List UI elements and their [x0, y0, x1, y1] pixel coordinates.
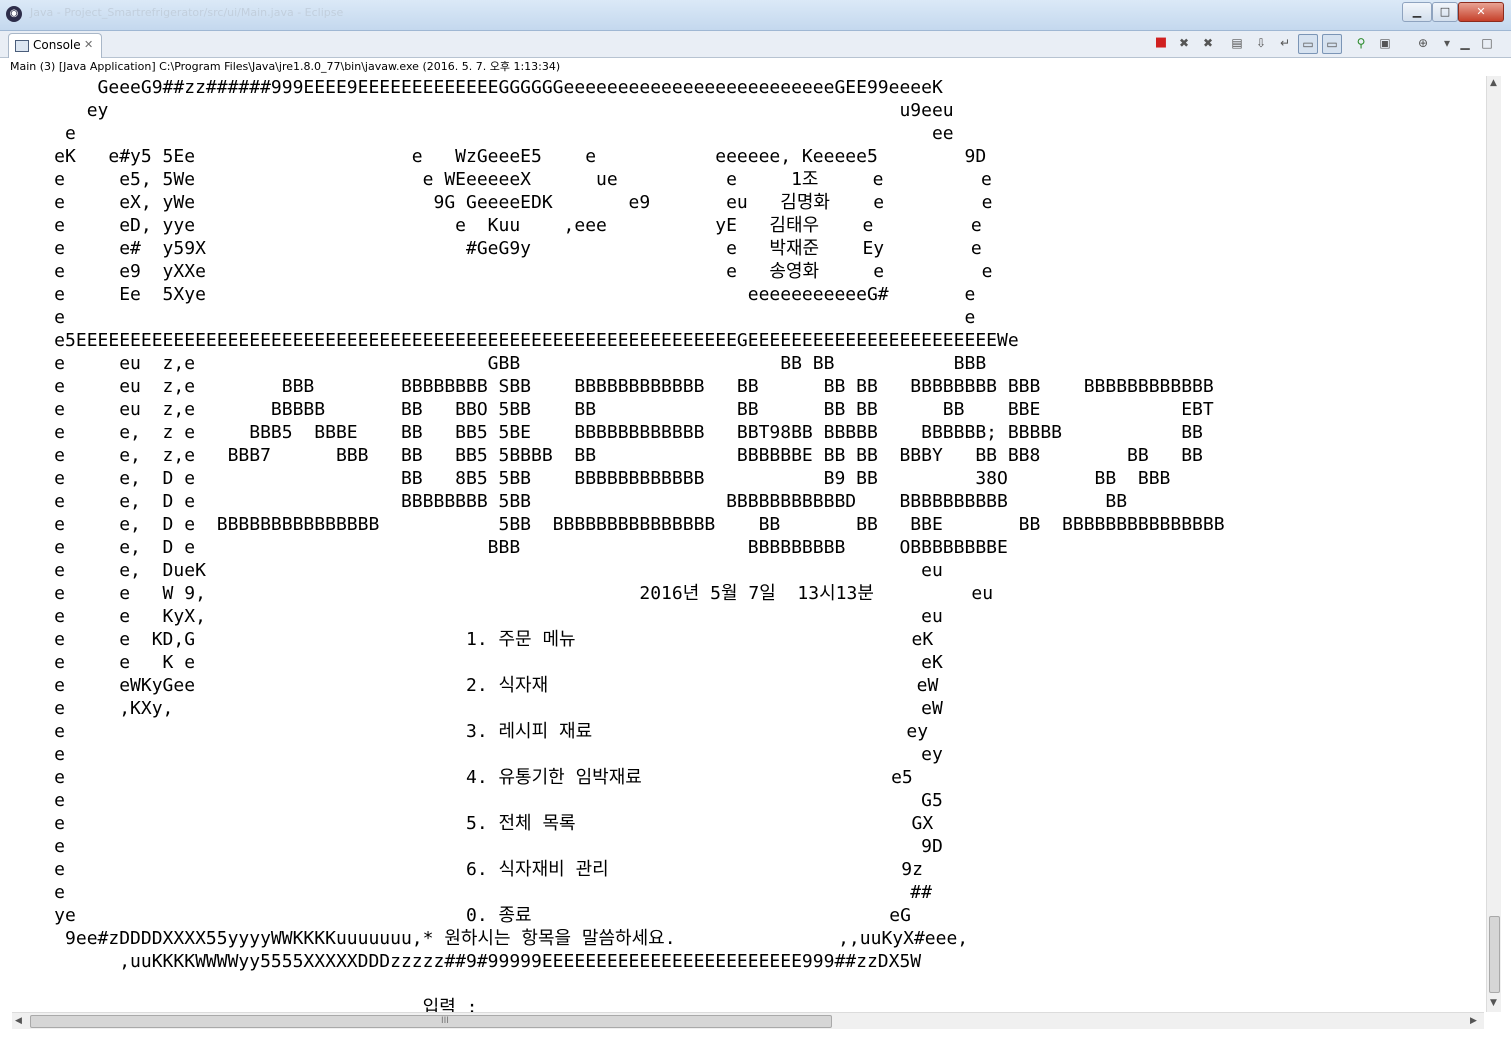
open-console-icon[interactable]: ⊕	[1414, 34, 1432, 52]
window-title: Java - Project_Smartrefrigerator/src/ui/…	[30, 6, 344, 19]
scroll-right-arrow[interactable]: ▶	[1470, 1016, 1477, 1026]
show-on-stderr-icon[interactable]: ▭	[1322, 34, 1342, 54]
scroll-lock-icon[interactable]: ⇩	[1252, 34, 1270, 52]
horizontal-scrollbar[interactable]: ◀ III ▶	[12, 1012, 1484, 1029]
remove-launch-icon[interactable]: ✖	[1175, 34, 1193, 52]
eclipse-icon: ◉	[6, 6, 22, 22]
scroll-up-arrow[interactable]: ▲	[1490, 78, 1497, 88]
process-description: Main (3) [Java Application] C:\Program F…	[10, 60, 561, 73]
scroll-left-arrow[interactable]: ◀	[15, 1016, 22, 1026]
console-icon	[15, 40, 29, 52]
minimize-view-icon[interactable]: ▁	[1456, 34, 1474, 52]
window-title-bar: ◉ Java - Project_Smartrefrigerator/src/u…	[0, 0, 1511, 31]
tab-console[interactable]: Console ✕	[8, 33, 102, 58]
view-menu-icon[interactable]: ▾	[1438, 34, 1456, 52]
vertical-scrollbar[interactable]: ▲ ▼	[1486, 76, 1501, 1012]
horizontal-scroll-thumb[interactable]: III	[30, 1015, 832, 1028]
remove-all-terminated-icon[interactable]: ✖	[1199, 34, 1217, 52]
minimize-button[interactable]: ▁	[1402, 2, 1432, 22]
display-console-icon[interactable]: ▣	[1376, 34, 1394, 52]
clear-console-icon[interactable]: ▤	[1228, 34, 1246, 52]
console-output[interactable]: GeeeG9##zz######999EEEE9EEEEEEEEEEEEEGGG…	[0, 76, 1484, 1012]
scroll-down-arrow[interactable]: ▼	[1490, 998, 1497, 1008]
word-wrap-icon[interactable]: ↵	[1276, 34, 1294, 52]
show-on-stdout-icon[interactable]: ▭	[1298, 34, 1318, 54]
console-text: GeeeG9##zz######999EEEE9EEEEEEEEEEEEEGGG…	[54, 77, 1225, 1012]
close-icon[interactable]: ✕	[84, 38, 93, 51]
close-button[interactable]: ✕	[1458, 2, 1504, 22]
maximize-button[interactable]: □	[1432, 2, 1458, 22]
vertical-scroll-thumb[interactable]	[1489, 916, 1500, 993]
scroll-grip: III	[441, 1016, 449, 1026]
tab-console-label: Console	[33, 38, 81, 52]
pin-console-icon[interactable]: ⚲	[1352, 34, 1370, 52]
maximize-view-icon[interactable]: □	[1478, 34, 1496, 52]
terminate-icon[interactable]: ■	[1152, 34, 1170, 52]
